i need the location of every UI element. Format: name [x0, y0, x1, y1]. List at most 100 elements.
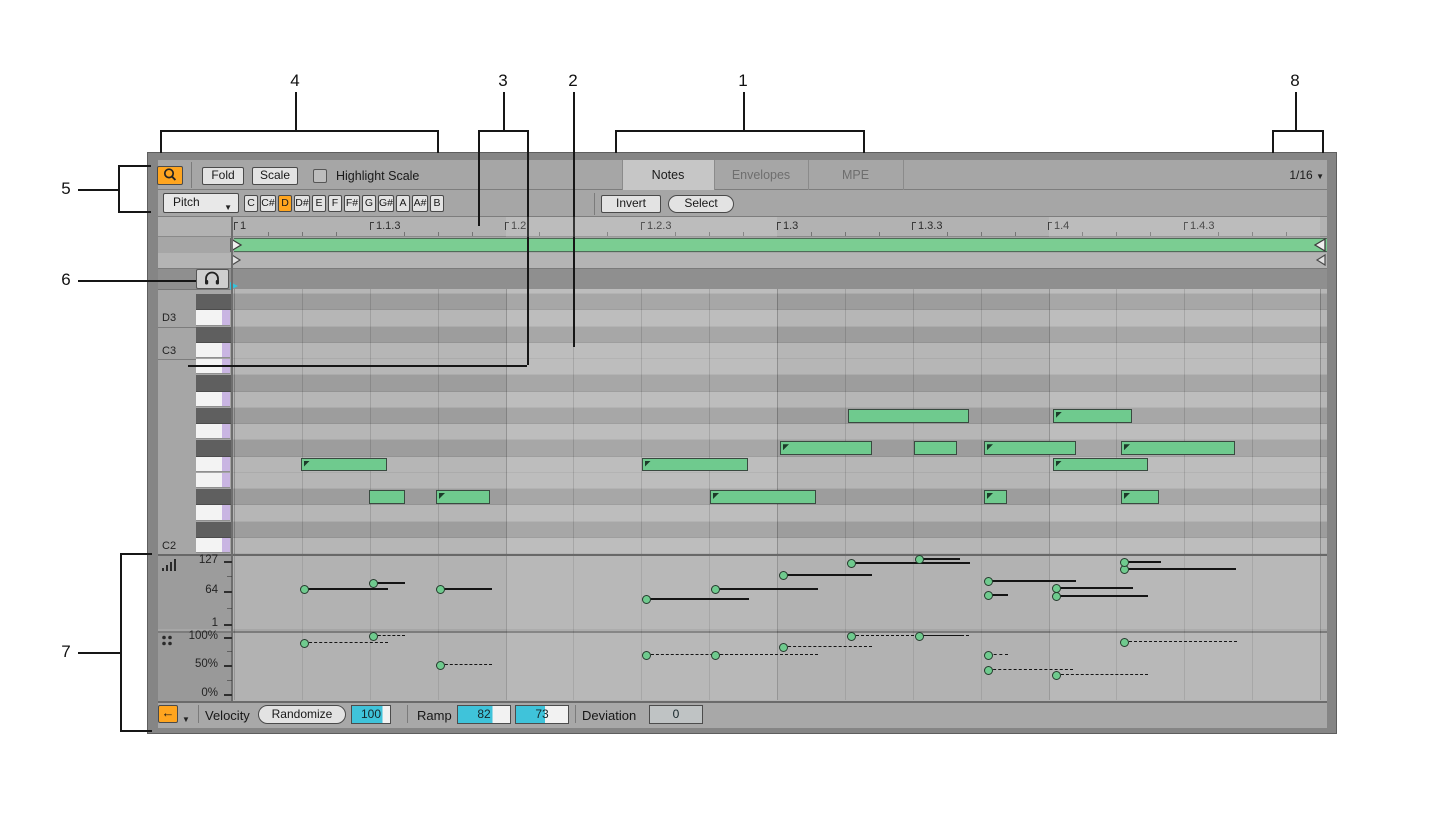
note-filter-ds[interactable]: D#	[294, 195, 310, 212]
velocity-marker[interactable]	[641, 594, 651, 604]
midi-note[interactable]	[369, 490, 405, 504]
midi-note[interactable]	[1121, 441, 1235, 455]
piano-key-A2[interactable]	[196, 391, 230, 407]
probability-marker[interactable]	[299, 638, 309, 648]
probability-marker[interactable]	[1119, 637, 1129, 647]
probability-marker[interactable]	[368, 631, 378, 641]
velocity-marker[interactable]	[778, 570, 788, 580]
midi-note[interactable]	[984, 441, 1076, 455]
loop-bar[interactable]	[234, 238, 1327, 252]
piano-key-Cs2[interactable]	[196, 521, 232, 538]
velocity-stem[interactable]	[373, 582, 405, 584]
lane-fold-button[interactable]: ←	[158, 705, 178, 723]
preview-headphone-button[interactable]	[196, 269, 229, 289]
velocity-stem[interactable]	[304, 588, 388, 590]
midi-note[interactable]	[780, 441, 872, 455]
deviation-field[interactable]: 0	[649, 705, 703, 724]
midi-note[interactable]	[436, 490, 490, 504]
probability-marker[interactable]	[846, 631, 856, 641]
grid-division-control[interactable]: 1/16 ▼	[1240, 168, 1324, 184]
piano-key-Ds2[interactable]	[196, 489, 232, 506]
piano-key-F2[interactable]	[196, 456, 230, 472]
velocity-stem[interactable]	[440, 588, 492, 590]
probability-marker[interactable]	[778, 642, 788, 652]
probability-stem[interactable]	[715, 654, 818, 656]
note-filter-fs[interactable]: F#	[344, 195, 360, 212]
highlight-scale-checkbox[interactable]	[313, 169, 327, 183]
note-filter-c[interactable]: C	[244, 195, 258, 212]
select-button[interactable]: Select	[668, 195, 734, 213]
midi-note[interactable]	[642, 457, 748, 472]
fold-button[interactable]: Fold	[202, 167, 244, 185]
velocity-stem[interactable]	[1056, 595, 1148, 597]
velocity-stem[interactable]	[851, 562, 970, 564]
velocity-marker[interactable]	[710, 584, 720, 594]
pitch-selector-dropdown[interactable]: Pitch ▼	[163, 193, 239, 213]
velocity-stem[interactable]	[1056, 587, 1133, 589]
piano-key-C2[interactable]	[196, 537, 230, 553]
zoom-mode-button[interactable]	[157, 166, 183, 185]
velocity-stem[interactable]	[1124, 568, 1236, 570]
velocity-marker[interactable]	[846, 558, 856, 568]
probability-marker[interactable]	[710, 650, 720, 660]
randomize-button[interactable]: Randomize	[258, 705, 346, 724]
piano-key-D3[interactable]	[196, 310, 230, 326]
velocity-marker[interactable]	[1119, 557, 1129, 567]
randomize-amount-field[interactable]: 100	[351, 705, 391, 724]
invert-button[interactable]: Invert	[601, 195, 661, 213]
midi-note[interactable]	[301, 457, 387, 472]
probability-stem[interactable]	[783, 646, 872, 648]
midi-note[interactable]	[1053, 408, 1132, 423]
velocity-marker[interactable]	[435, 584, 445, 594]
probability-marker[interactable]	[983, 650, 993, 660]
piano-key-B2[interactable]	[196, 359, 230, 375]
loop-end-marker[interactable]	[1313, 238, 1327, 252]
probability-stem[interactable]	[1056, 674, 1148, 676]
velocity-stem[interactable]	[988, 580, 1076, 582]
probability-stem[interactable]	[373, 635, 405, 637]
probability-marker[interactable]	[914, 631, 924, 641]
tab-mpe[interactable]: MPE	[808, 160, 903, 190]
velocity-marker[interactable]	[1051, 591, 1061, 601]
note-filter-a[interactable]: A	[396, 195, 410, 212]
probability-stem[interactable]	[1124, 641, 1237, 643]
ramp-start-field[interactable]: 82	[457, 705, 511, 724]
probability-marker[interactable]	[435, 660, 445, 670]
piano-key-Ds3[interactable]	[196, 294, 232, 311]
velocity-stem[interactable]	[1124, 561, 1161, 563]
note-filter-as[interactable]: A#	[412, 195, 428, 212]
velocity-stem[interactable]	[783, 574, 872, 576]
note-filter-f[interactable]: F	[328, 195, 342, 212]
velocity-stem[interactable]	[646, 598, 749, 600]
piano-key-Gs2[interactable]	[196, 407, 232, 424]
probability-stem[interactable]	[304, 642, 388, 644]
velocity-stem[interactable]	[919, 558, 960, 560]
note-filter-d[interactable]: D	[278, 195, 292, 212]
piano-key-Fs2[interactable]	[196, 440, 232, 457]
velocity-stem[interactable]	[715, 588, 818, 590]
velocity-marker[interactable]	[983, 576, 993, 586]
probability-marker[interactable]	[983, 665, 993, 675]
velocity-marker[interactable]	[368, 578, 378, 588]
ramp-end-field[interactable]: 73	[515, 705, 569, 724]
note-filter-cs[interactable]: C#	[260, 195, 276, 212]
lane-add-dropdown[interactable]: ▼	[182, 709, 190, 727]
velocity-marker[interactable]	[983, 590, 993, 600]
probability-marker[interactable]	[1051, 670, 1061, 680]
tab-notes[interactable]: Notes	[622, 160, 714, 190]
piano-key-D2[interactable]	[196, 505, 230, 521]
velocity-marker[interactable]	[914, 554, 924, 564]
midi-note[interactable]	[984, 490, 1007, 504]
note-filter-e[interactable]: E	[312, 195, 326, 212]
note-filter-g[interactable]: G	[362, 195, 376, 212]
scale-button[interactable]: Scale	[252, 167, 298, 185]
velocity-marker[interactable]	[299, 584, 309, 594]
tab-envelopes[interactable]: Envelopes	[714, 160, 808, 190]
piano-key-C3[interactable]	[196, 342, 230, 358]
note-filter-gs[interactable]: G#	[378, 195, 394, 212]
probability-marker[interactable]	[641, 650, 651, 660]
scrub-end-marker[interactable]	[1315, 254, 1327, 266]
midi-note[interactable]	[848, 408, 969, 423]
note-filter-b[interactable]: B	[430, 195, 444, 212]
midi-note[interactable]	[1121, 490, 1159, 504]
